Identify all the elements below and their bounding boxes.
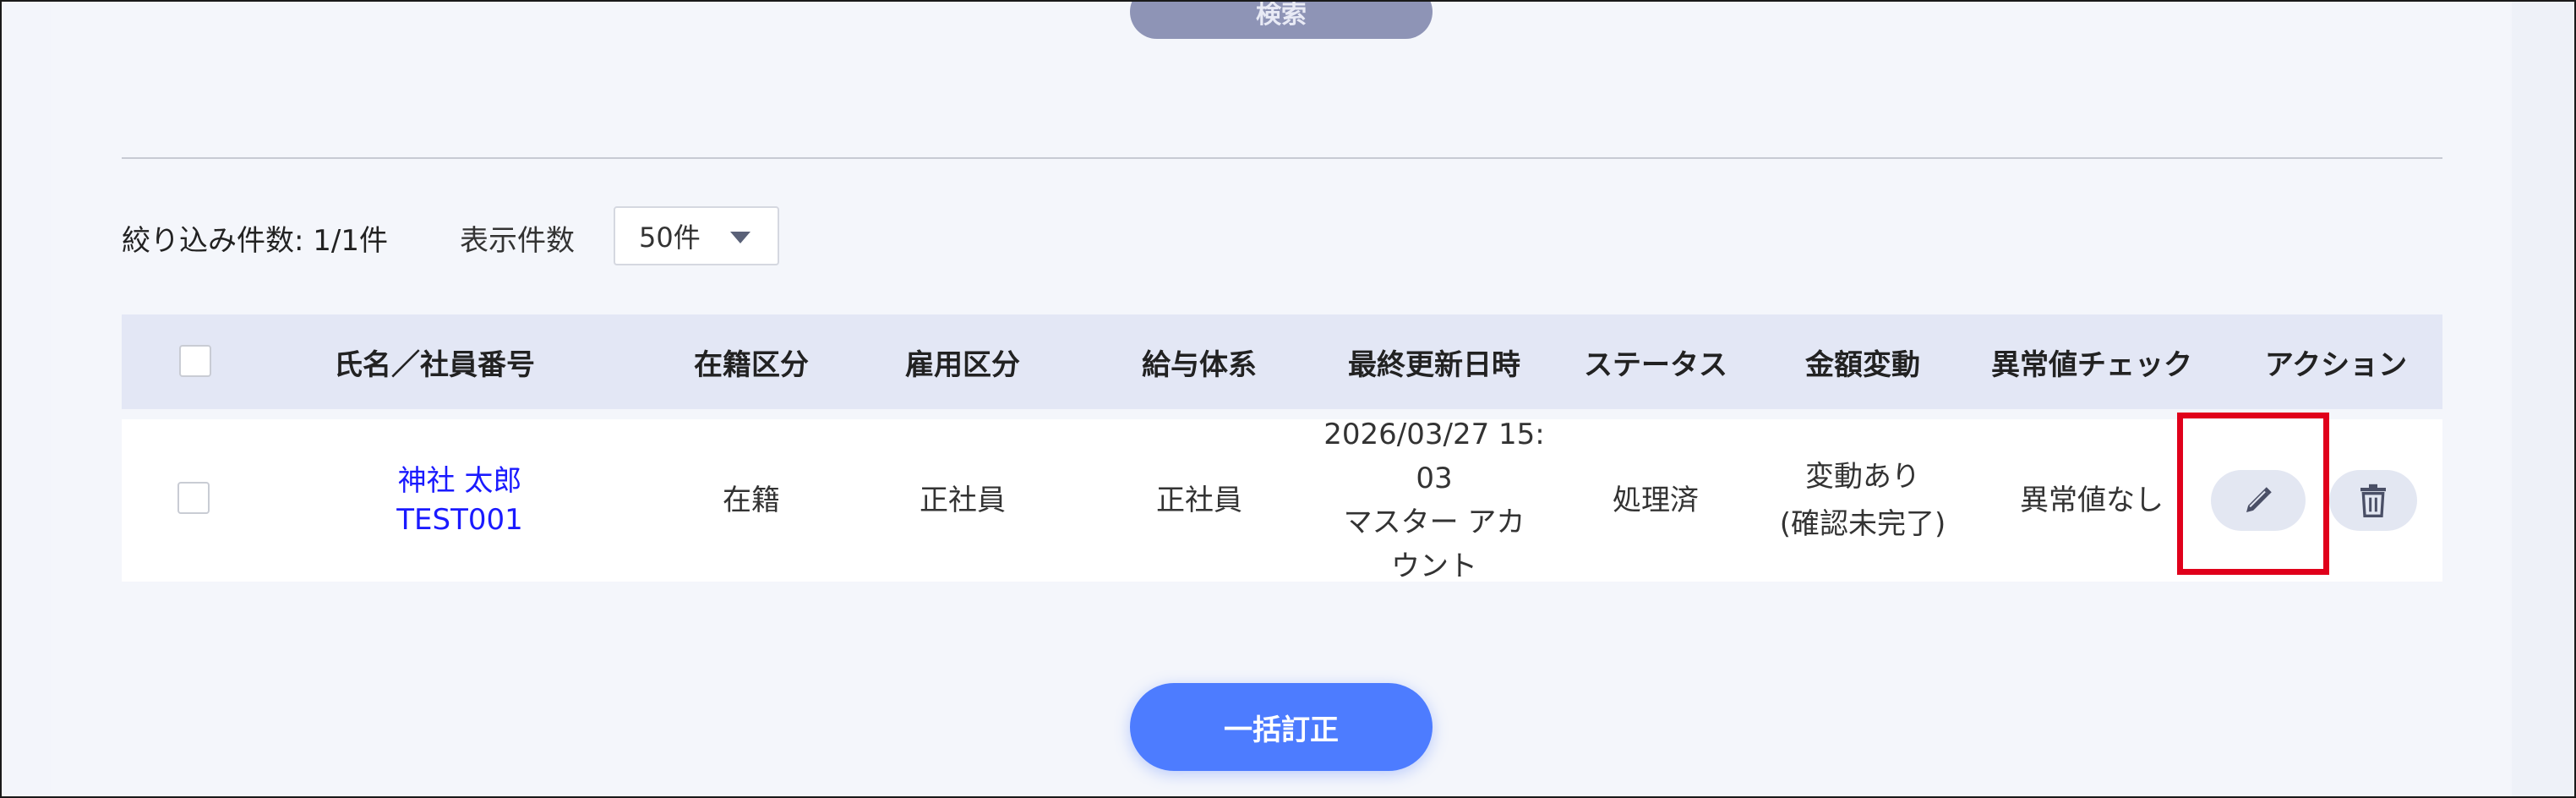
header-action: アクション (2264, 347, 2408, 382)
per-page-value: 50件 (639, 221, 701, 254)
updated-date: 2026/03/27 15: (1323, 418, 1545, 451)
updated-by: マスター アカ (1343, 506, 1525, 539)
table-header: 氏名／社員番号 在籍区分 雇用区分 給与体系 最終更新日時 ステータス 金額変動… (122, 314, 2442, 409)
amount-change-state: 変動あり (1805, 460, 1920, 494)
updated-time: 03 (1416, 462, 1453, 495)
employee-id[interactable]: TEST001 (396, 500, 523, 539)
enrollment-cell: 在籍 (723, 484, 780, 517)
bulk-correct-button[interactable]: 一括訂正 (1130, 683, 1433, 771)
pay-system-cell: 正社員 (1156, 484, 1242, 517)
per-page-select[interactable]: 50件 (614, 206, 779, 265)
search-button[interactable]: 検索 (1130, 2, 1433, 39)
trash-icon (2360, 484, 2386, 517)
header-enrollment[interactable]: 在籍区分 (671, 314, 832, 409)
header-pay-system[interactable]: 給与体系 (1119, 314, 1280, 409)
select-all-checkbox[interactable] (179, 345, 211, 377)
header-status[interactable]: ステータス (1550, 314, 1761, 409)
header-employment[interactable]: 雇用区分 (882, 314, 1043, 409)
header-updated[interactable]: 最終更新日時 (1320, 314, 1548, 409)
employee-name-link[interactable]: 神社 太郎 TEST001 (375, 419, 544, 582)
filter-count-label: 絞り込み件数: 1/1件 (122, 224, 388, 258)
highlight-box (2177, 413, 2329, 575)
delete-button[interactable] (2329, 470, 2417, 531)
display-count-label: 表示件数 (460, 224, 575, 258)
header-amount-change[interactable]: 金額変動 (1778, 314, 1947, 409)
header-anomaly-check[interactable]: 異常値チェック (1961, 314, 2223, 409)
amount-change-note: (確認未完了) (1779, 507, 1946, 541)
caret-down-icon (730, 232, 750, 243)
updated-cell: 2026/03/27 15: 03 マスター アカ ウント (1312, 418, 1557, 583)
amount-change-cell: 変動あり (確認未完了) (1761, 419, 1964, 582)
status-cell: 処理済 (1613, 484, 1699, 517)
section-divider (122, 157, 2442, 159)
right-gutter (2512, 2, 2574, 796)
row-checkbox[interactable] (177, 482, 210, 514)
employment-cell: 正社員 (920, 484, 1006, 517)
table-row: 神社 太郎 TEST001 在籍 正社員 正社員 2026/03/27 15: … (122, 418, 2442, 583)
app-frame: 検索 絞り込み件数: 1/1件 表示件数 50件 氏名／社員番号 在籍区分 雇用… (0, 0, 2576, 798)
employee-name[interactable]: 神社 太郎 (398, 462, 522, 500)
header-name[interactable]: 氏名／社員番号 (316, 314, 553, 409)
updated-by-cont: ウント (1391, 549, 1477, 583)
